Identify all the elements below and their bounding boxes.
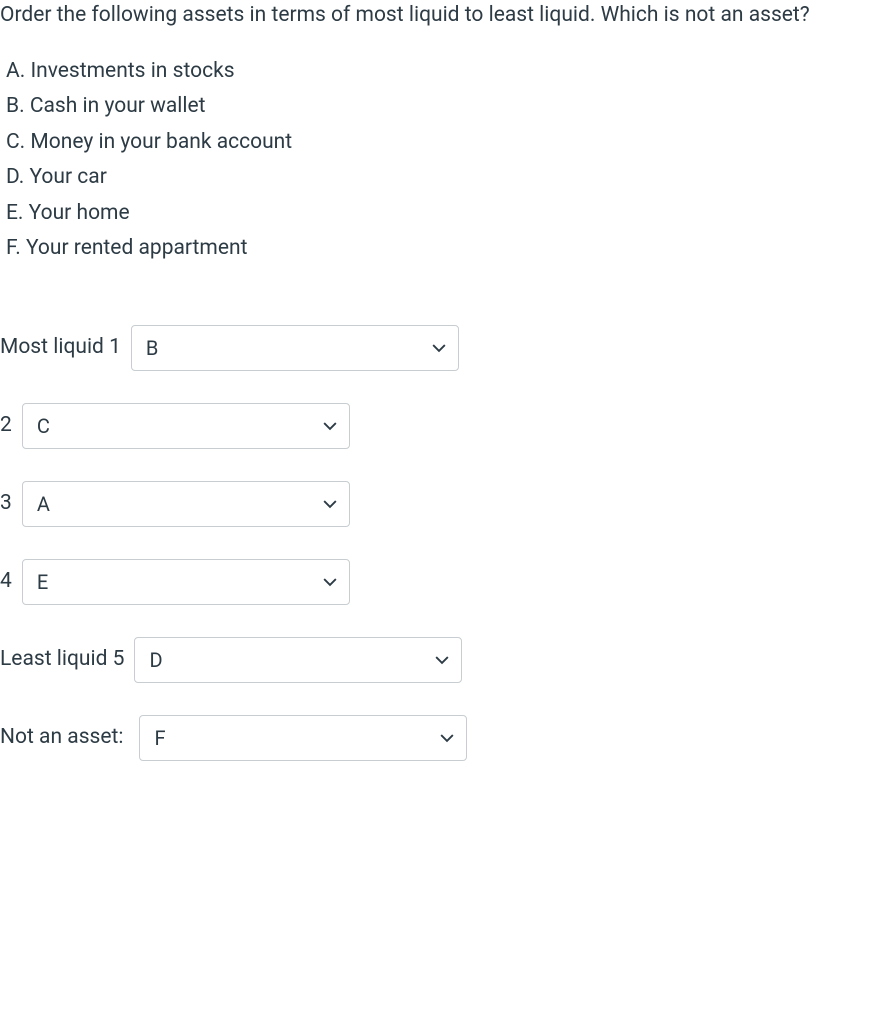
- label-most-liquid-1: Most liquid 1: [0, 332, 121, 364]
- answer-row-3: 3 A: [0, 481, 882, 527]
- question-text: Order the following assets in terms of m…: [0, 0, 882, 32]
- answer-row-1: Most liquid 1 B: [0, 325, 882, 371]
- option-a: A. Investments in stocks: [6, 56, 882, 88]
- dropdown-3[interactable]: A: [22, 481, 350, 527]
- dropdown-5[interactable]: D: [134, 637, 462, 683]
- chevron-down-icon: [435, 653, 449, 667]
- label-not-an-asset: Not an asset:: [0, 722, 123, 754]
- dropdown-6-value: F: [154, 723, 165, 753]
- answer-row-2: 2 C: [0, 403, 882, 449]
- dropdown-5-value: D: [149, 645, 162, 675]
- label-4: 4: [0, 566, 12, 598]
- chevron-down-icon: [323, 497, 337, 511]
- label-2: 2: [0, 410, 12, 442]
- option-d: D. Your car: [6, 162, 882, 194]
- chevron-down-icon: [323, 419, 337, 433]
- label-3: 3: [0, 488, 12, 520]
- answer-row-6: Not an asset: F: [0, 715, 882, 761]
- dropdown-3-value: A: [37, 489, 50, 519]
- dropdown-6[interactable]: F: [139, 715, 467, 761]
- dropdown-1-value: B: [146, 333, 158, 363]
- chevron-down-icon: [440, 731, 454, 745]
- dropdown-1[interactable]: B: [131, 325, 459, 371]
- option-b: B. Cash in your wallet: [6, 91, 882, 123]
- options-list: A. Investments in stocks B. Cash in your…: [0, 56, 882, 265]
- chevron-down-icon: [432, 341, 446, 355]
- dropdown-4[interactable]: E: [22, 559, 350, 605]
- option-c: C. Money in your bank account: [6, 127, 882, 159]
- dropdown-2[interactable]: C: [22, 403, 350, 449]
- option-f: F. Your rented appartment: [6, 233, 882, 265]
- label-least-liquid-5: Least liquid 5: [0, 644, 124, 676]
- answer-row-5: Least liquid 5 D: [0, 637, 882, 683]
- chevron-down-icon: [323, 575, 337, 589]
- dropdown-4-value: E: [37, 567, 48, 597]
- option-e: E. Your home: [6, 198, 882, 230]
- dropdown-2-value: C: [37, 411, 50, 441]
- answer-row-4: 4 E: [0, 559, 882, 605]
